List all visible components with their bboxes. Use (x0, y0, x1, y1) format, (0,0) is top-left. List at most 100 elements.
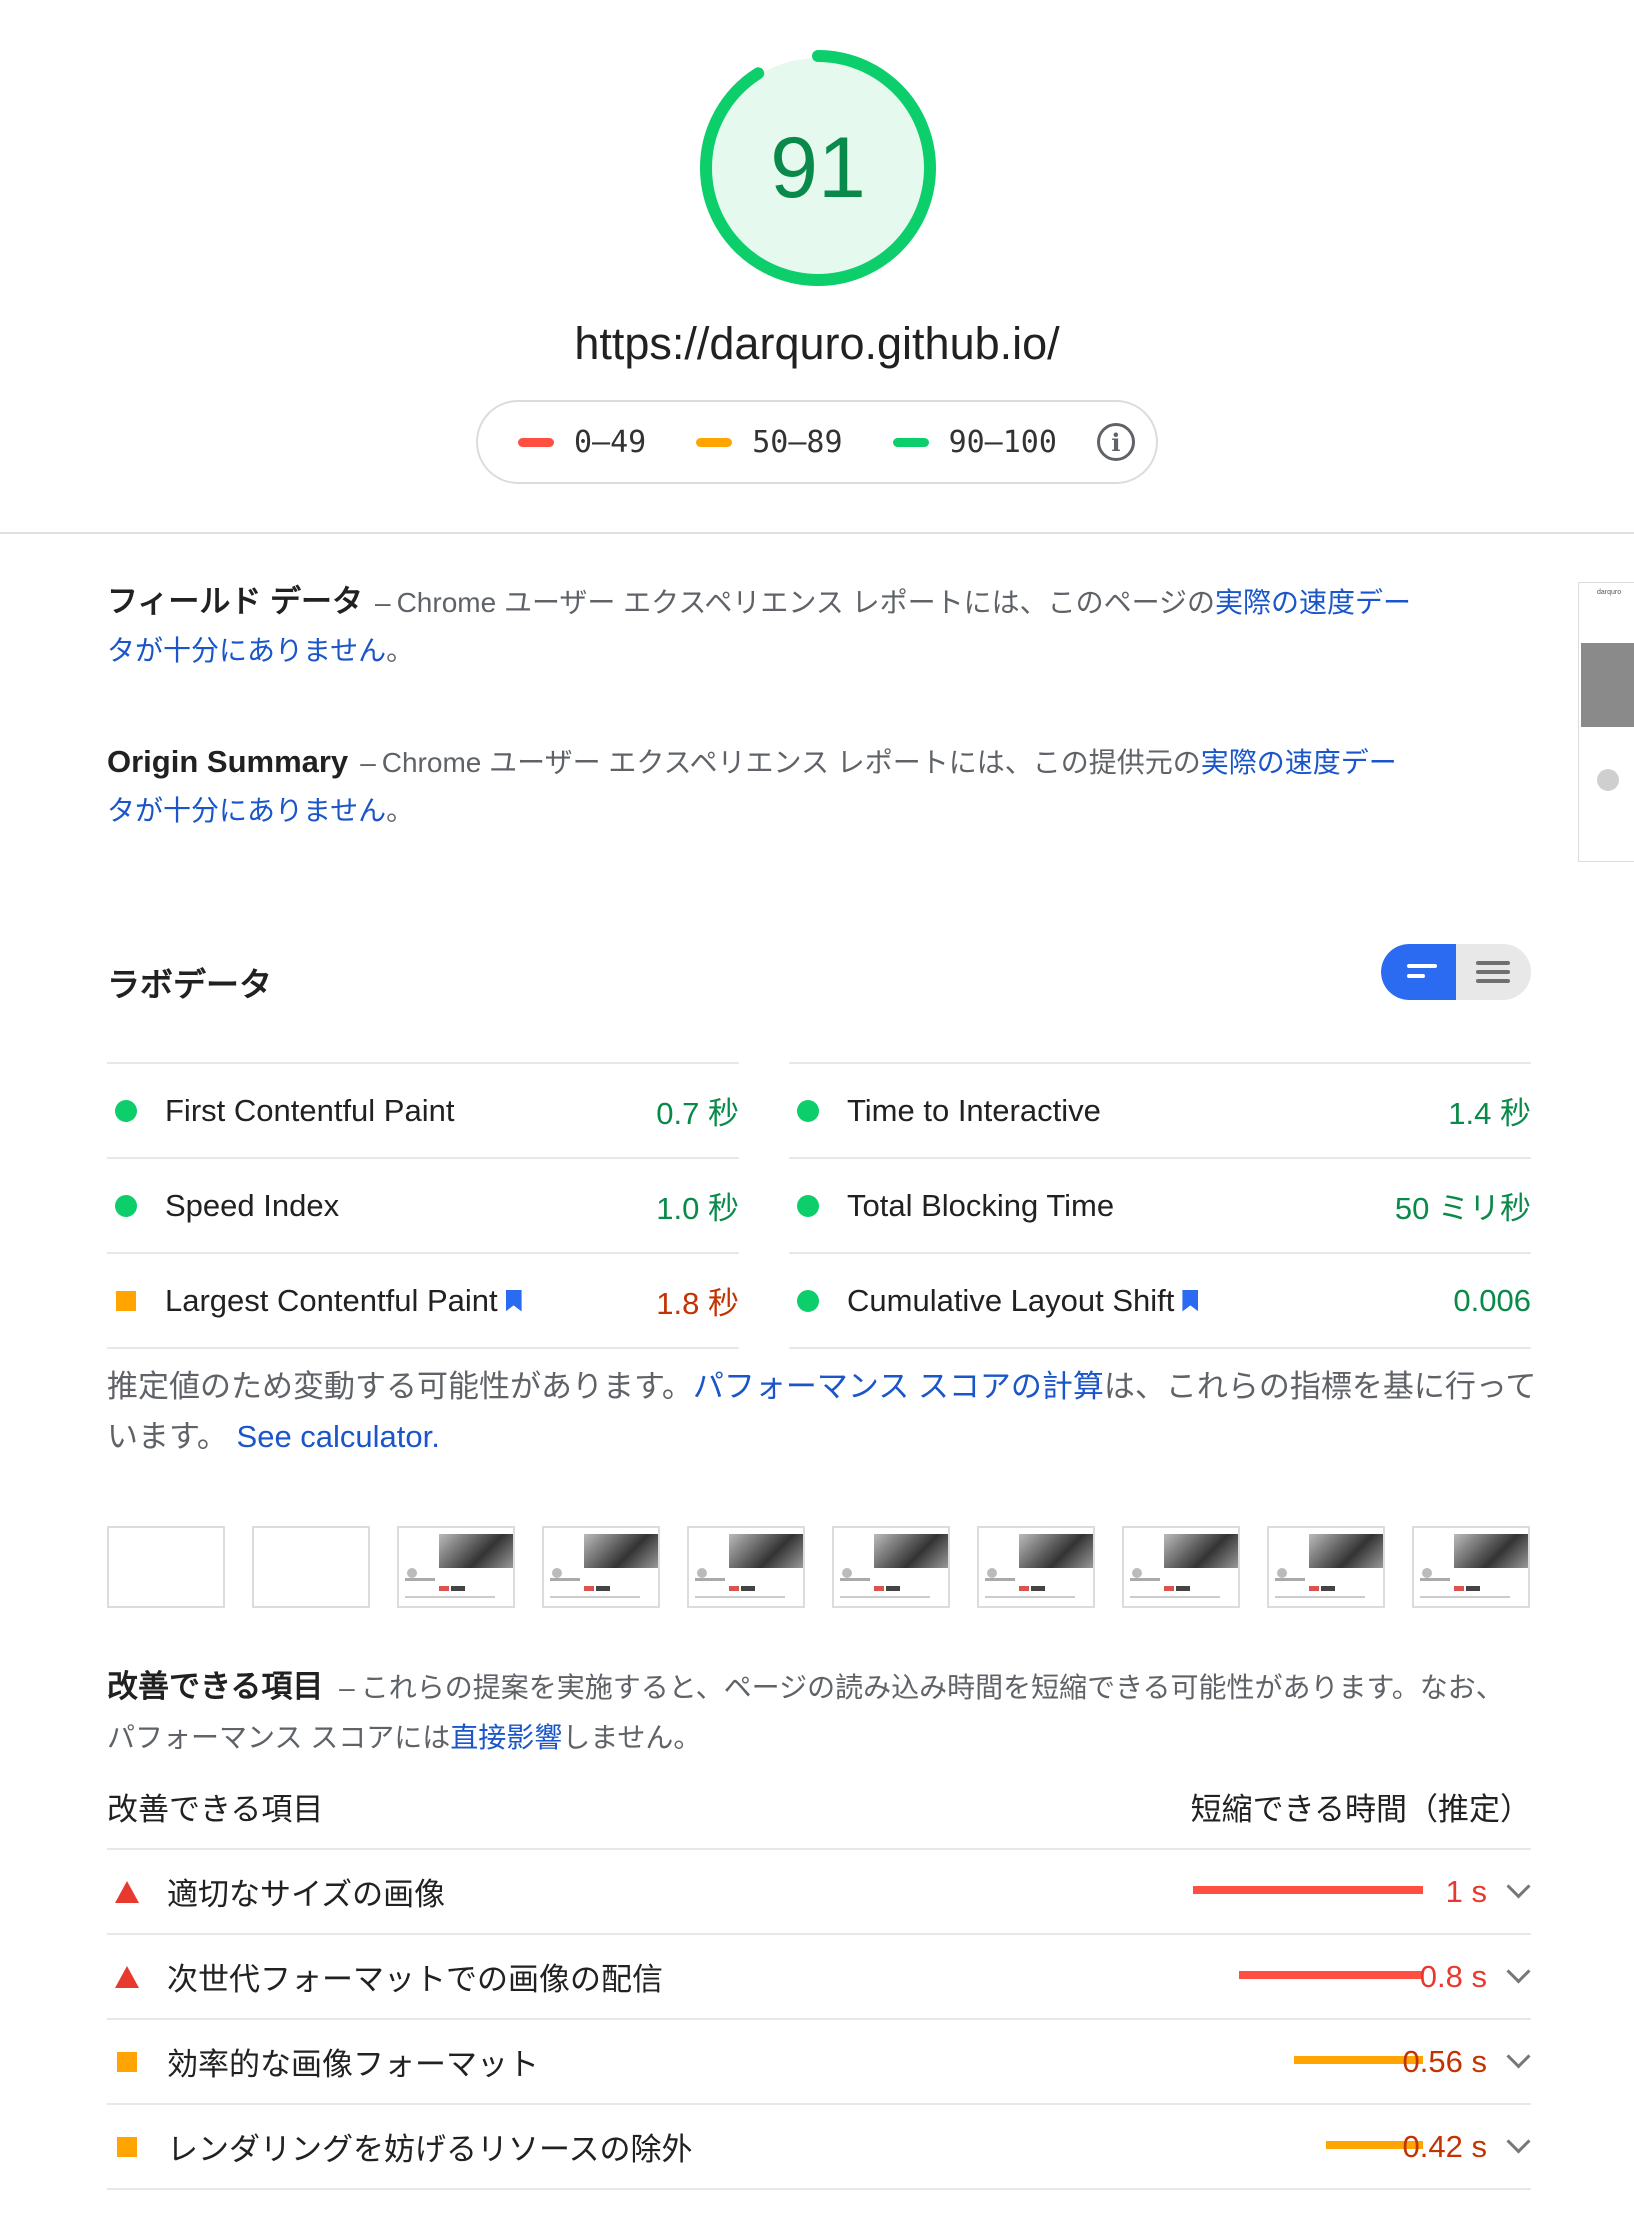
bookmark-icon (505, 1289, 522, 1312)
metric-value: 50 ミリ秒 (1394, 1191, 1531, 1226)
savings-value: 0.56 s (1402, 2043, 1487, 2079)
opportunity-name: 次世代フォーマットでの画像の配信 (167, 1962, 663, 1997)
filmstrip-frame-5 (687, 1526, 805, 1608)
score-value: 91 (770, 119, 866, 216)
metric-name: Total Blocking Time (847, 1187, 1115, 1223)
performance-score-gauge: 91 (697, 47, 939, 289)
opportunity-next-gen-formats[interactable]: 次世代フォーマットでの画像の配信 0.8 s (107, 1933, 1531, 2018)
thumbnail-image (1581, 643, 1634, 727)
expanded-view-button[interactable] (1456, 944, 1531, 1000)
opportunity-properly-size-images[interactable]: 適切なサイズの画像 1 s (107, 1848, 1531, 1933)
header-divider (0, 532, 1634, 534)
chevron-down-icon[interactable] (1506, 2044, 1531, 2069)
savings-bar (1193, 1886, 1423, 1894)
origin-summary-text: Chrome ユーザー エクスペリエンス レポートには、この提供元の (381, 747, 1201, 778)
metric-speed-index: Speed Index 1.0 秒 (107, 1157, 739, 1252)
compact-view-button[interactable] (1381, 944, 1456, 1000)
filmstrip-frame-4 (542, 1526, 660, 1608)
chevron-down-icon[interactable] (1506, 1874, 1531, 1899)
pass-dot-icon (797, 1289, 819, 1312)
score-legend: 0–49 50–89 90–100 i (476, 400, 1158, 484)
metric-name: Largest Contentful Paint (165, 1282, 498, 1318)
metric-largest-contentful-paint: Largest Contentful Paint 1.8 秒 (107, 1252, 739, 1349)
see-calculator-link[interactable]: See calculator. (237, 1419, 440, 1454)
metric-value: 1.0 秒 (656, 1191, 739, 1226)
pass-dot-icon (115, 1099, 137, 1122)
compact-view-icon-line (1407, 974, 1425, 978)
metrics-left-column: First Contentful Paint 0.7 秒 Speed Index… (107, 1062, 739, 1349)
opportunity-efficient-image-format[interactable]: 効率的な画像フォーマット 0.56 s (107, 2018, 1531, 2103)
fail-triangle-icon (115, 1965, 139, 1988)
filmstrip-frame-1 (107, 1526, 225, 1608)
field-data-text: Chrome ユーザー エクスペリエンス レポートには、このページの (396, 587, 1216, 618)
filmstrip-frame-10 (1412, 1526, 1530, 1608)
legend-fail: 0–49 (518, 425, 646, 460)
metric-value: 0.006 (1453, 1282, 1531, 1318)
origin-summary-sep: – (360, 747, 376, 778)
average-square-icon (116, 1290, 136, 1311)
legend-pass: 90–100 (892, 424, 1057, 460)
pass-dot-icon (797, 1099, 819, 1122)
final-screenshot-thumbnail[interactable]: darquro (1578, 582, 1634, 862)
score-calculation-link[interactable]: パフォーマンス スコアの計算 (693, 1369, 1104, 1404)
thumbnail-avatar (1597, 769, 1619, 791)
page-url: https://darquro.github.io/ (574, 318, 1060, 369)
filmstrip-frame-8 (1122, 1526, 1240, 1608)
compact-view-icon (1407, 964, 1437, 968)
filmstrip-frame-6 (832, 1526, 950, 1608)
expanded-view-icon-line (1476, 970, 1510, 974)
field-data-sep: – (375, 587, 391, 618)
opportunities-intro: 改善できる項目 – これらの提案を実施すると、ページの読み込み時間を短縮できる可能… (107, 1662, 1507, 1763)
legend-pass-swatch (892, 437, 929, 447)
metric-name: First Contentful Paint (165, 1092, 455, 1128)
opportunities-sep: – (339, 1672, 355, 1703)
opportunities-header: 改善できる項目 短縮できる時間（推定） (107, 1784, 1531, 1834)
thumbnail-title: darquro (1597, 589, 1622, 596)
info-icon[interactable]: i (1096, 423, 1135, 461)
origin-summary-end: 。 (386, 795, 415, 826)
legend-fail-label: 0–49 (574, 424, 647, 460)
metric-name: Time to Interactive (847, 1092, 1101, 1128)
average-square-icon (117, 2051, 137, 2072)
filmstrip-frame-7 (977, 1526, 1095, 1608)
opportunity-render-blocking-resources[interactable]: レンダリングを妨げるリソースの除外 0.42 s (107, 2103, 1531, 2190)
metric-total-blocking-time: Total Blocking Time 50 ミリ秒 (789, 1157, 1531, 1252)
average-square-icon (117, 2136, 137, 2157)
legend-average: 50–89 (696, 424, 843, 460)
metric-name: Speed Index (165, 1187, 340, 1223)
direct-impact-link[interactable]: 直接影響 (450, 1722, 562, 1753)
expanded-view-icon (1476, 961, 1510, 965)
opportunity-name: 効率的な画像フォーマット (167, 2047, 539, 2082)
expanded-view-icon-line (1476, 979, 1510, 983)
field-data-title: フィールド データ (107, 584, 363, 619)
filmstrip-frame-2 (252, 1526, 370, 1608)
savings-value: 0.42 s (1402, 2128, 1487, 2164)
legend-pass-label: 90–100 (948, 424, 1057, 460)
pass-dot-icon (115, 1194, 137, 1217)
metric-value: 0.7 秒 (656, 1096, 739, 1131)
field-data-end: 。 (386, 635, 415, 666)
fail-triangle-icon (115, 1880, 139, 1903)
estimate-note: 推定値のため変動する可能性があります。パフォーマンス スコアの計算は、これらの指… (107, 1362, 1547, 1462)
savings-column-label: 短縮できる時間（推定） (1190, 1792, 1531, 1827)
metric-value: 1.8 秒 (656, 1286, 739, 1321)
legend-average-label: 50–89 (752, 424, 843, 460)
savings-value: 1 s (1445, 1873, 1487, 1909)
metric-time-to-interactive: Time to Interactive 1.4 秒 (789, 1062, 1531, 1157)
legend-average-swatch (696, 437, 733, 447)
legend-fail-swatch (518, 437, 554, 447)
chevron-down-icon[interactable] (1506, 1959, 1531, 1984)
opportunities-column-label: 改善できる項目 (107, 1792, 324, 1827)
field-data-section: フィールド データ – Chrome ユーザー エクスペリエンス レポートには、この… (107, 578, 1417, 675)
filmstrip-frame-3 (397, 1526, 515, 1608)
opportunities-title: 改善できる項目 (107, 1669, 324, 1704)
filmstrip-frame-9 (1267, 1526, 1385, 1608)
metrics-view-toggle[interactable] (1381, 944, 1531, 1000)
pass-dot-icon (797, 1194, 819, 1217)
chevron-down-icon[interactable] (1506, 2129, 1531, 2154)
lab-data-title: ラボデータ (107, 966, 272, 1003)
savings-value: 0.8 s (1419, 1958, 1487, 1994)
bookmark-icon (1182, 1289, 1199, 1312)
note-text-1: 推定値のため変動する可能性があります。 (107, 1369, 693, 1404)
metric-name: Cumulative Layout Shift (847, 1282, 1175, 1318)
